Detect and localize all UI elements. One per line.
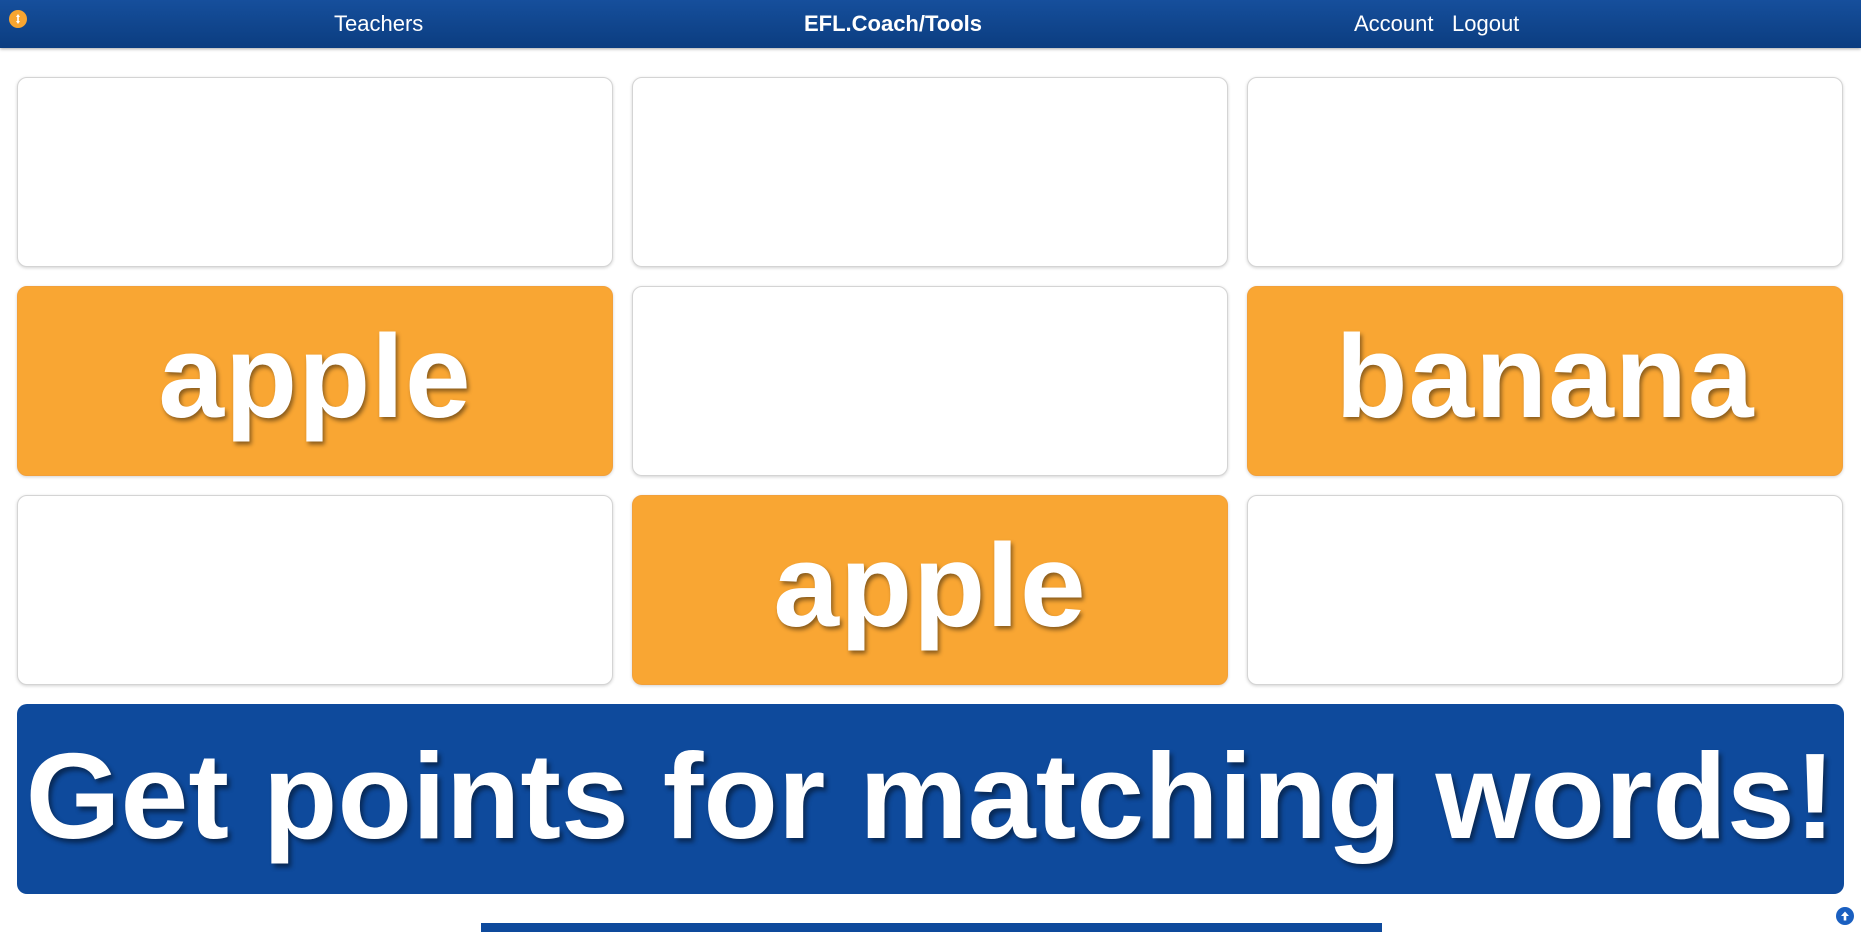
- brand-title[interactable]: EFL.Coach/Tools: [804, 11, 982, 36]
- scroll-to-top-icon[interactable]: [1836, 907, 1854, 925]
- banner-text: Get points for matching words!: [25, 728, 1836, 864]
- instruction-banner: Get points for matching words!: [17, 704, 1844, 894]
- card-word: apple: [773, 520, 1087, 652]
- memory-card[interactable]: [632, 286, 1228, 476]
- memory-card[interactable]: banana: [1247, 286, 1843, 476]
- memory-card[interactable]: apple: [17, 286, 613, 476]
- top-nav-bar: Teachers EFL.Coach/Tools Account Logout: [0, 0, 1861, 48]
- memory-card[interactable]: [17, 77, 613, 267]
- memory-card[interactable]: [17, 495, 613, 685]
- card-word: banana: [1335, 311, 1755, 443]
- bottom-panel-edge: [481, 923, 1382, 932]
- memory-card[interactable]: [1247, 495, 1843, 685]
- nav-logout-link[interactable]: Logout: [1452, 0, 1519, 48]
- card-word: apple: [158, 311, 472, 443]
- nav-account-link[interactable]: Account: [1354, 0, 1434, 48]
- memory-card[interactable]: [632, 77, 1228, 267]
- memory-card[interactable]: [1247, 77, 1843, 267]
- memory-card[interactable]: apple: [632, 495, 1228, 685]
